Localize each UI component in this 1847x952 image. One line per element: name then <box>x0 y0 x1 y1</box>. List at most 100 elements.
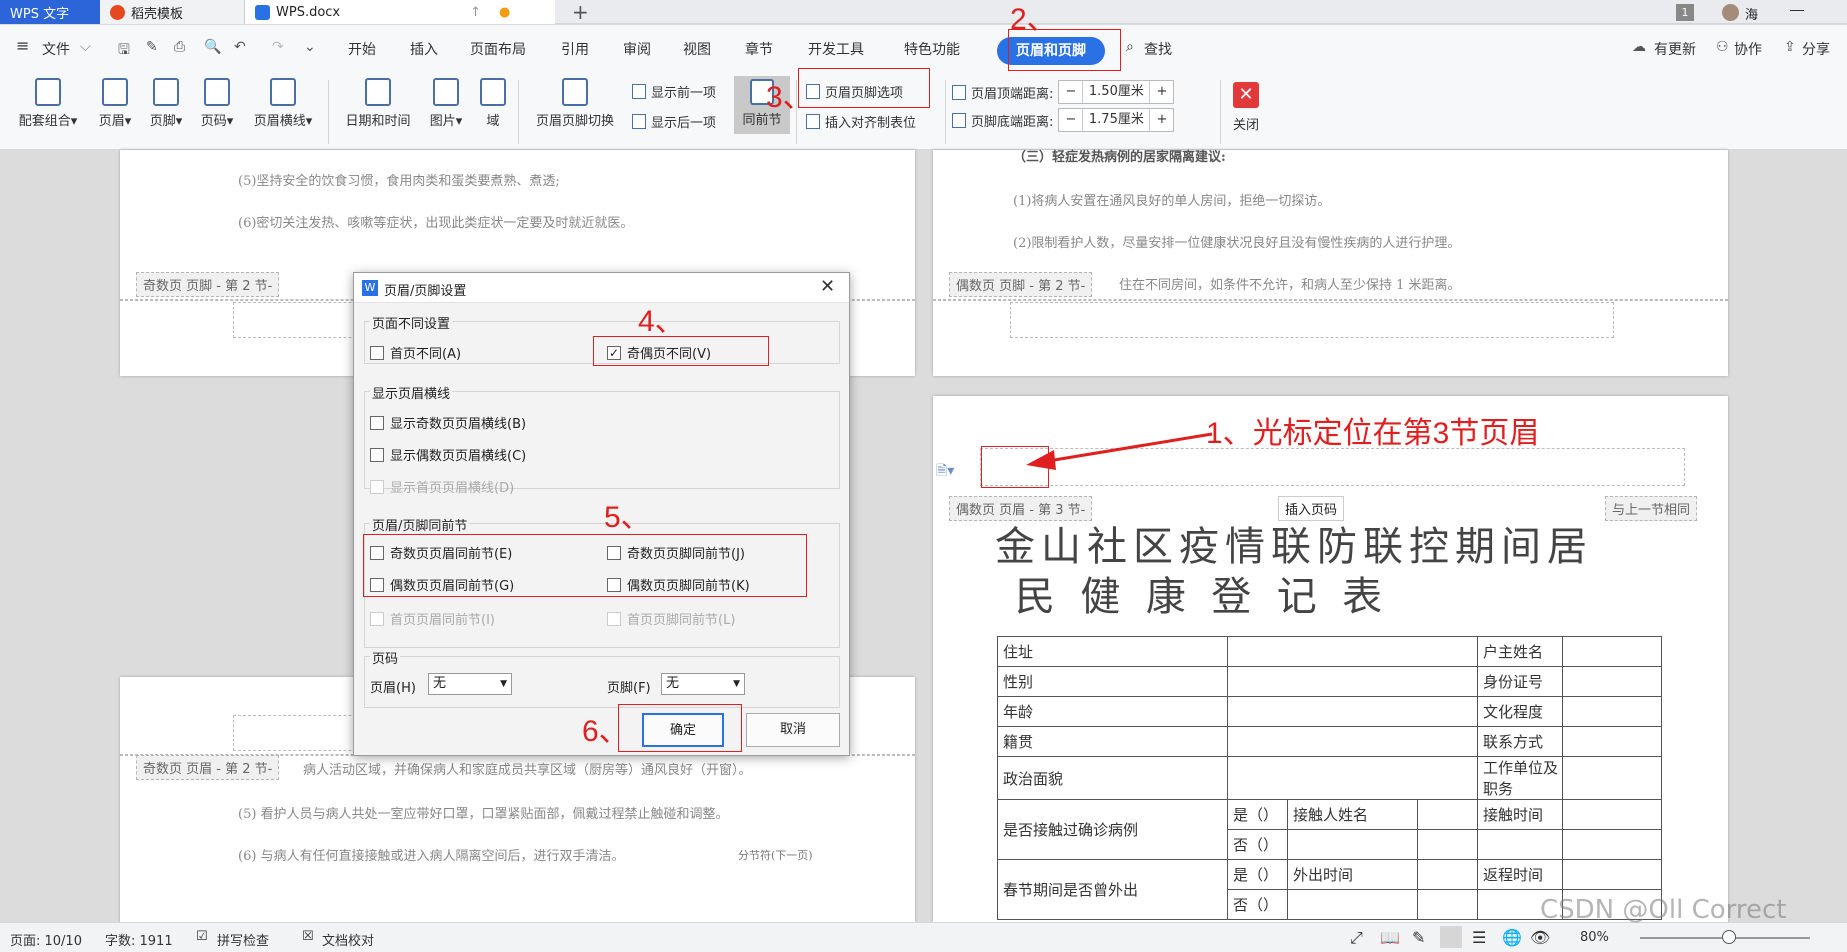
close-hf-label: 关闭 <box>1232 118 1259 133</box>
tab-document[interactable]: WPS.docx ↑ ● <box>245 0 555 24</box>
menu-find[interactable]: 查找 <box>1144 39 1172 59</box>
collab-button[interactable]: 协作 <box>1734 39 1762 59</box>
outline-view-icon[interactable]: ☰ <box>1472 928 1486 947</box>
page-view-icon[interactable] <box>1440 926 1462 948</box>
table-cell <box>1562 829 1662 860</box>
footer-bottom-distance-value[interactable]: 1.75厘米 <box>1083 109 1149 131</box>
menu-section[interactable]: 章节 <box>745 39 773 59</box>
footer-page-number-select[interactable]: 无 ▼ <box>661 673 745 695</box>
hf-switch-button[interactable]: 页眉页脚切换 <box>528 78 622 129</box>
footer-area[interactable] <box>1010 302 1614 338</box>
table-cell <box>1562 726 1662 757</box>
fullscreen-icon[interactable]: ⤢ <box>1350 928 1363 948</box>
combo-button[interactable]: 配套组合▾ <box>12 78 84 129</box>
menu-references[interactable]: 引用 <box>561 39 589 59</box>
table-row: 年龄 文化程度 <box>997 696 1662 727</box>
table-cell: 返程时间 <box>1477 859 1563 890</box>
page-count[interactable]: 页面: 10/10 <box>10 930 82 949</box>
footer-boundary <box>933 299 1728 301</box>
checkbox-box[interactable] <box>370 415 384 430</box>
header-button[interactable]: 页眉▾ <box>94 78 136 129</box>
tab-wps-writer[interactable]: WPS 文字 <box>0 0 100 24</box>
header-top-distance-value[interactable]: 1.50厘米 <box>1083 81 1149 103</box>
new-tab-icon[interactable]: + <box>572 0 589 24</box>
header-top-icon <box>952 84 966 100</box>
close-hf-button[interactable]: ✕ 关闭 <box>1228 78 1264 133</box>
menu-home[interactable]: 开始 <box>348 39 376 59</box>
pen-icon[interactable]: ✎ <box>1412 928 1425 947</box>
header-line-button[interactable]: 页眉横线▾ <box>247 78 319 129</box>
share-button[interactable]: 分享 <box>1802 39 1830 59</box>
table-cell <box>1562 799 1662 830</box>
insert-align-tab-button[interactable]: 插入对齐制表位 <box>806 112 916 131</box>
decrement-icon[interactable]: − <box>1059 109 1084 131</box>
menu-developer[interactable]: 开发工具 <box>808 39 864 59</box>
show-odd-header-line-checkbox[interactable]: 显示奇数页页眉横线(B) <box>370 413 526 432</box>
header-top-distance-spinner[interactable]: −1.50厘米 + <box>1058 80 1175 104</box>
doc-page-right-top: （三）轻症发热病例的居家隔离建议: (1)将病人安置在通风良好的单人房间，拒绝一… <box>933 150 1728 376</box>
arrow-shaft <box>1041 432 1213 464</box>
user-name[interactable]: 海 <box>1745 4 1758 23</box>
picture-button[interactable]: 图片▾ <box>424 78 468 129</box>
format-painter-icon[interactable]: ✎ <box>146 39 158 55</box>
minimize-icon[interactable] <box>1790 10 1804 11</box>
read-mode-icon[interactable]: 📖 <box>1380 928 1400 947</box>
hamburger-icon[interactable]: ≡ <box>16 36 29 55</box>
upload-icon[interactable]: ↑ <box>470 5 481 20</box>
avatar[interactable] <box>1722 4 1739 21</box>
header-top-distance-label: 页眉顶端距离: <box>971 86 1054 102</box>
menu-review[interactable]: 审阅 <box>623 39 651 59</box>
paste-options-icon[interactable]: 🗎▾ <box>936 460 954 484</box>
annotation-label-3: 3、 <box>766 81 813 114</box>
decrement-icon[interactable]: − <box>1059 81 1084 103</box>
print-preview-icon[interactable]: 🔍 <box>204 39 221 55</box>
page-number-button[interactable]: 页码▾ <box>196 78 238 129</box>
field-button[interactable]: 域 <box>477 78 509 129</box>
search-icon[interactable]: ⌕ <box>1126 39 1134 55</box>
cancel-button[interactable]: 取消 <box>746 713 840 747</box>
dropdown-arrow-icon: ▼ <box>500 679 507 689</box>
undo-icon[interactable]: ↶ <box>234 39 246 55</box>
menu-file[interactable]: 文件 <box>42 39 70 59</box>
proofread-button[interactable]: 文档校对 <box>322 930 374 949</box>
update-button[interactable]: 有更新 <box>1654 39 1696 59</box>
menu-view[interactable]: 视图 <box>683 39 711 59</box>
show-prev-button[interactable]: 显示前一项 <box>632 82 716 101</box>
datetime-button[interactable]: 日期和时间 <box>338 78 418 129</box>
footer-bottom-distance-spinner[interactable]: −1.75厘米 + <box>1058 108 1175 132</box>
show-next-button[interactable]: 显示后一项 <box>632 112 716 131</box>
window-count-badge[interactable]: 1 <box>1676 4 1694 21</box>
header-page-number-select[interactable]: 无 ▼ <box>428 673 512 695</box>
web-view-icon[interactable]: 🌐 <box>1502 928 1522 947</box>
ribbon-divider <box>1220 80 1221 144</box>
menu-special[interactable]: 特色功能 <box>904 39 960 59</box>
checkbox-box[interactable] <box>370 345 384 360</box>
menu-page-layout[interactable]: 页面布局 <box>470 39 526 59</box>
zoom-slider-handle[interactable] <box>1722 930 1736 944</box>
ribbon-divider <box>328 80 329 144</box>
checkbox-box[interactable] <box>370 447 384 462</box>
increment-icon[interactable]: + <box>1149 109 1173 131</box>
body-text: 病人活动区域，并确保病人和家庭成员共享区域（厨房等）通风良好（开窗）。 <box>303 763 752 778</box>
tab-docer-templates[interactable]: 稻壳模板 <box>100 0 245 24</box>
dialog-close-icon[interactable]: ✕ <box>820 276 835 297</box>
field-label: 域 <box>486 114 500 129</box>
watermark-text: CSDN @Oll Correct <box>1540 895 1787 925</box>
increment-icon[interactable]: + <box>1149 81 1173 103</box>
zoom-level[interactable]: 80% <box>1580 930 1609 945</box>
quick-access-more-icon[interactable]: ⌄ <box>304 39 316 55</box>
first-page-diff-checkbox[interactable]: 首页不同(A) <box>370 343 461 362</box>
word-count[interactable]: 字数: 1911 <box>105 930 173 949</box>
table-row: 住址 户主姓名 <box>997 636 1662 667</box>
redo-icon[interactable]: ↷ <box>272 39 284 55</box>
menu-insert[interactable]: 插入 <box>410 39 438 59</box>
spell-check-button[interactable]: 拼写检查 <box>217 930 269 949</box>
footer-button[interactable]: 页脚▾ <box>145 78 187 129</box>
eye-protection-icon[interactable]: 👁 <box>1530 928 1550 947</box>
chevron-down-icon[interactable]: ⌵ <box>80 39 91 55</box>
show-even-header-line-checkbox[interactable]: 显示偶数页页眉横线(C) <box>370 445 526 464</box>
save-icon[interactable]: 🖫 <box>118 39 130 63</box>
table-cell: 是否接触过确诊病例 <box>997 799 1228 860</box>
ribbon-divider <box>518 80 519 144</box>
print-icon[interactable]: ⎙ <box>174 39 185 55</box>
